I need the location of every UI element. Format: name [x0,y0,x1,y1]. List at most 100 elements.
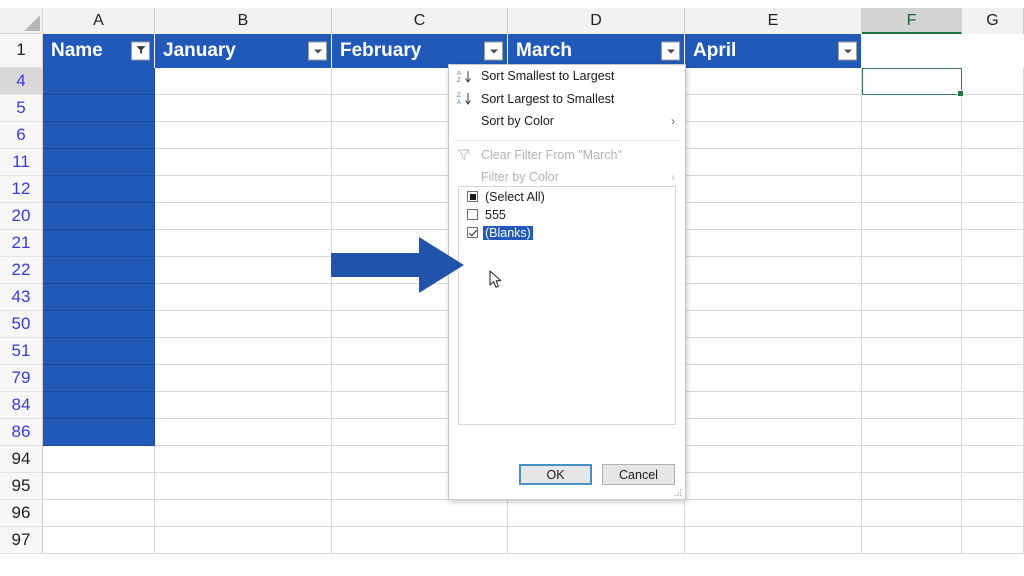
cell-G95[interactable] [962,473,1024,500]
cell-A21[interactable] [43,230,155,257]
cell-F11[interactable] [862,149,962,176]
cell-D97[interactable] [508,527,685,554]
cell-B50[interactable] [155,311,332,338]
fill-handle[interactable] [957,90,964,97]
row-header-1[interactable]: 1 [0,34,43,68]
cell-E11[interactable] [685,149,862,176]
row-header-5[interactable]: 5 [0,95,43,122]
cell-E94[interactable] [685,446,862,473]
column-header-d[interactable]: D [508,8,685,34]
cell-E51[interactable] [685,338,862,365]
filter-dropdown-button[interactable] [661,42,680,61]
cell-G20[interactable] [962,203,1024,230]
filter-applied-button[interactable] [131,42,150,61]
cell-G51[interactable] [962,338,1024,365]
column-header-b[interactable]: B [155,8,332,34]
cell-E5[interactable] [685,95,862,122]
cell-G11[interactable] [962,149,1024,176]
row-header-86[interactable]: 86 [0,419,43,446]
cell-B79[interactable] [155,365,332,392]
row-header-95[interactable]: 95 [0,473,43,500]
cell-A20[interactable] [43,203,155,230]
cell-B22[interactable] [155,257,332,284]
cell-F50[interactable] [862,311,962,338]
cell-A22[interactable] [43,257,155,284]
row-header-94[interactable]: 94 [0,446,43,473]
cell-F79[interactable] [862,365,962,392]
cell-G94[interactable] [962,446,1024,473]
ok-button[interactable]: OK [519,464,592,485]
cell-B84[interactable] [155,392,332,419]
cell-F94[interactable] [862,446,962,473]
cell-A12[interactable] [43,176,155,203]
cell-A95[interactable] [43,473,155,500]
cell-B94[interactable] [155,446,332,473]
active-cell-f4[interactable] [862,68,962,95]
cell-B21[interactable] [155,230,332,257]
cell-B51[interactable] [155,338,332,365]
cell-A51[interactable] [43,338,155,365]
cell-G79[interactable] [962,365,1024,392]
cell-F43[interactable] [862,284,962,311]
filter-dropdown-button[interactable] [484,42,503,61]
cell-E79[interactable] [685,365,862,392]
cell-G21[interactable] [962,230,1024,257]
cell-F95[interactable] [862,473,962,500]
cell-A84[interactable] [43,392,155,419]
cell-B20[interactable] [155,203,332,230]
cell-F84[interactable] [862,392,962,419]
cell-E20[interactable] [685,203,862,230]
cell-G84[interactable] [962,392,1024,419]
cell-D96[interactable] [508,500,685,527]
row-header-22[interactable]: 22 [0,257,43,284]
filter-list-item[interactable]: (Select All) [459,188,675,205]
column-header-c[interactable]: C [332,8,508,34]
cell-F96[interactable] [862,500,962,527]
cell-G6[interactable] [962,122,1024,149]
checkbox-select-all[interactable] [467,191,478,202]
row-header-20[interactable]: 20 [0,203,43,230]
row-header-96[interactable]: 96 [0,500,43,527]
cell-B43[interactable] [155,284,332,311]
cell-B96[interactable] [155,500,332,527]
cell-A97[interactable] [43,527,155,554]
cell-G96[interactable] [962,500,1024,527]
cell-A94[interactable] [43,446,155,473]
cell-B12[interactable] [155,176,332,203]
cell-C97[interactable] [332,527,508,554]
checkbox-555[interactable] [467,209,478,220]
cell-A5[interactable] [43,95,155,122]
cell-F5[interactable] [862,95,962,122]
column-header-a[interactable]: A [43,8,155,34]
cell-B5[interactable] [155,95,332,122]
cell-F51[interactable] [862,338,962,365]
cell-F12[interactable] [862,176,962,203]
cell-E4[interactable] [685,68,862,95]
row-header-21[interactable]: 21 [0,230,43,257]
cell-G5[interactable] [962,95,1024,122]
cell-B97[interactable] [155,527,332,554]
cell-A43[interactable] [43,284,155,311]
resize-grip-icon[interactable] [674,489,682,497]
cell-E97[interactable] [685,527,862,554]
cell-B11[interactable] [155,149,332,176]
cell-G4[interactable] [962,68,1024,95]
cancel-button[interactable]: Cancel [602,464,675,485]
cell-F6[interactable] [862,122,962,149]
cell-G97[interactable] [962,527,1024,554]
cell-B86[interactable] [155,419,332,446]
row-header-50[interactable]: 50 [0,311,43,338]
row-header-51[interactable]: 51 [0,338,43,365]
row-header-12[interactable]: 12 [0,176,43,203]
cell-G12[interactable] [962,176,1024,203]
row-header-79[interactable]: 79 [0,365,43,392]
cell-A6[interactable] [43,122,155,149]
cell-A86[interactable] [43,419,155,446]
cell-C96[interactable] [332,500,508,527]
cell-B95[interactable] [155,473,332,500]
cell-E22[interactable] [685,257,862,284]
checkbox-blanks[interactable] [467,227,478,238]
cell-A4[interactable] [43,68,155,95]
cell-F97[interactable] [862,527,962,554]
select-all-corner[interactable] [0,8,43,34]
